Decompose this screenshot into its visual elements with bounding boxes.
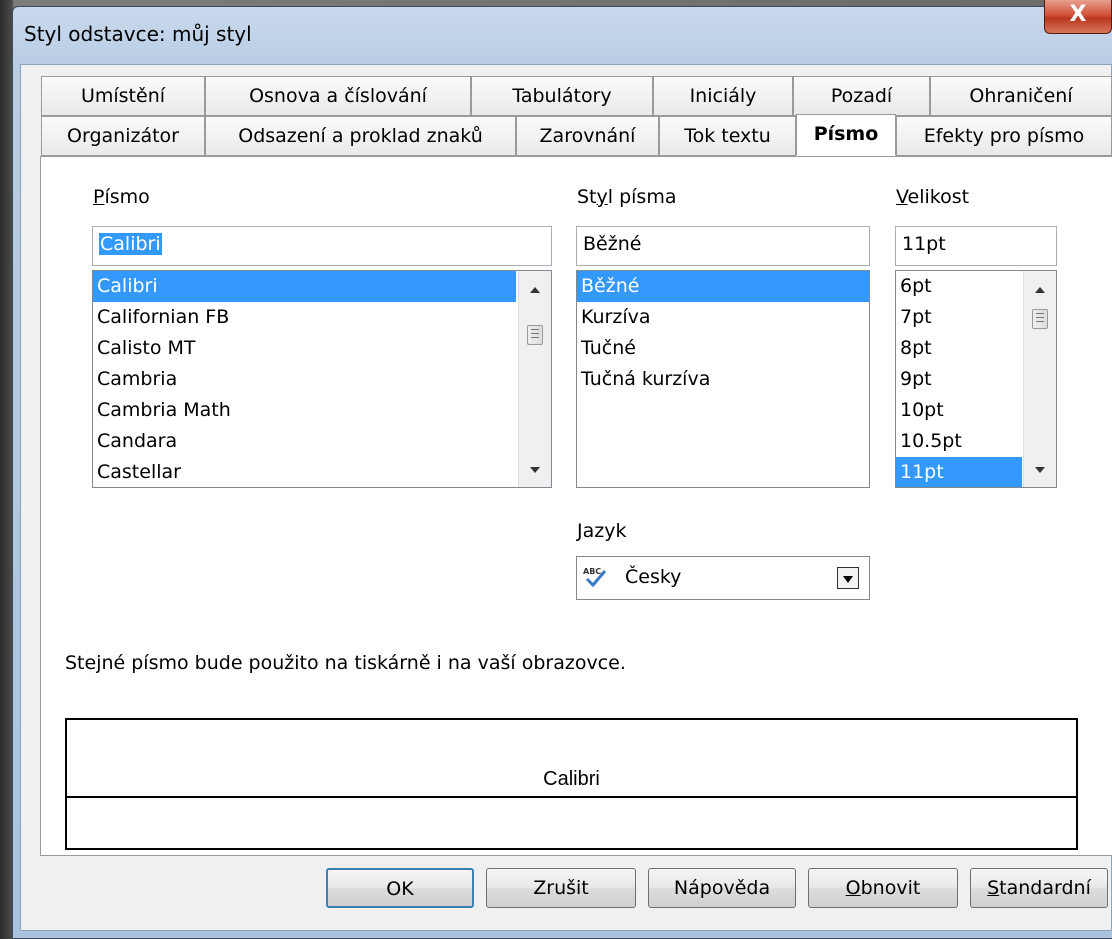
tab-osnova-a-cislovani[interactable]: Osnova a číslování [205, 76, 471, 116]
preview-baseline [67, 796, 1076, 798]
list-item[interactable]: Cambria Math [93, 395, 551, 426]
tab-inicialy[interactable]: Iniciály [653, 76, 793, 116]
tab-efekty-pro-pismo[interactable]: Efekty pro písmo [896, 116, 1112, 156]
size-label: Velikost [896, 186, 970, 208]
svg-text:ABC: ABC [583, 567, 601, 576]
language-select[interactable]: ABC Česky [576, 556, 870, 600]
size-list-scrollbar[interactable] [1023, 271, 1056, 487]
language-value: Česky [625, 566, 682, 588]
language-label: Jazyk [577, 520, 627, 542]
list-item[interactable]: Californian FB [93, 302, 551, 333]
list-item[interactable]: Candara [93, 426, 551, 457]
tab-odsazeni-a-proklad[interactable]: Odsazení a proklad znaků [205, 116, 516, 156]
tab-organizator[interactable]: Organizátor [41, 116, 205, 156]
tab-tabulatory[interactable]: Tabulátory [471, 76, 653, 116]
tab-pismo[interactable]: Písmo [796, 114, 896, 156]
standard-button[interactable]: Standardní [970, 868, 1108, 908]
chevron-down-icon [843, 576, 853, 583]
list-item[interactable]: Castellar [93, 457, 551, 487]
preview-text: Calibri [541, 768, 602, 790]
list-item[interactable]: Calibri [93, 271, 516, 302]
list-item[interactable]: Tučné [577, 333, 869, 364]
font-style-list[interactable]: Běžné Kurzíva Tučné Tučná kurzíva [576, 270, 870, 488]
list-item[interactable]: Běžné [577, 271, 869, 302]
tab-pozadi[interactable]: Pozadí [793, 76, 930, 116]
font-name-input[interactable]: Calibri [92, 226, 552, 266]
font-label: Písmo [93, 186, 150, 208]
font-style-input[interactable]: Běžné [576, 226, 870, 266]
list-item[interactable]: Cambria [93, 364, 551, 395]
tab-zarovnani[interactable]: Zarovnání [516, 116, 659, 156]
reset-button[interactable]: Obnovit [808, 868, 958, 908]
scroll-up-icon[interactable] [1035, 287, 1045, 293]
info-text: Stejné písmo bude použito na tiskárně i … [65, 652, 626, 674]
list-item[interactable]: 11pt [896, 457, 1022, 487]
help-button[interactable]: Nápověda [648, 868, 796, 908]
scroll-thumb[interactable] [1032, 309, 1048, 329]
window-title: Styl odstavce: můj styl [24, 22, 252, 46]
close-button[interactable]: X [1044, 0, 1112, 34]
list-item[interactable]: Tučná kurzíva [577, 364, 869, 395]
ok-button[interactable]: OK [326, 868, 474, 908]
tab-ohraniceni[interactable]: Ohraničení [930, 76, 1112, 116]
font-size-input[interactable]: 11pt [895, 226, 1057, 266]
font-list-scrollbar[interactable] [518, 271, 551, 487]
scroll-down-icon[interactable] [1035, 467, 1045, 473]
font-name-list[interactable]: Calibri Californian FB Calisto MT Cambri… [92, 270, 552, 488]
tab-umisteni[interactable]: Umístění [41, 76, 205, 116]
font-preview: Calibri [65, 718, 1078, 850]
font-style-label: Styl písma [577, 186, 677, 208]
dropdown-button[interactable] [837, 567, 859, 589]
tab-tok-textu[interactable]: Tok textu [659, 116, 796, 156]
list-item[interactable]: Kurzíva [577, 302, 869, 333]
spellcheck-abc-icon: ABC [583, 565, 613, 589]
scroll-up-icon[interactable] [530, 287, 540, 293]
list-item[interactable]: Calisto MT [93, 333, 551, 364]
scroll-thumb[interactable] [527, 325, 543, 345]
cancel-button[interactable]: Zrušit [486, 868, 636, 908]
scroll-down-icon[interactable] [530, 467, 540, 473]
